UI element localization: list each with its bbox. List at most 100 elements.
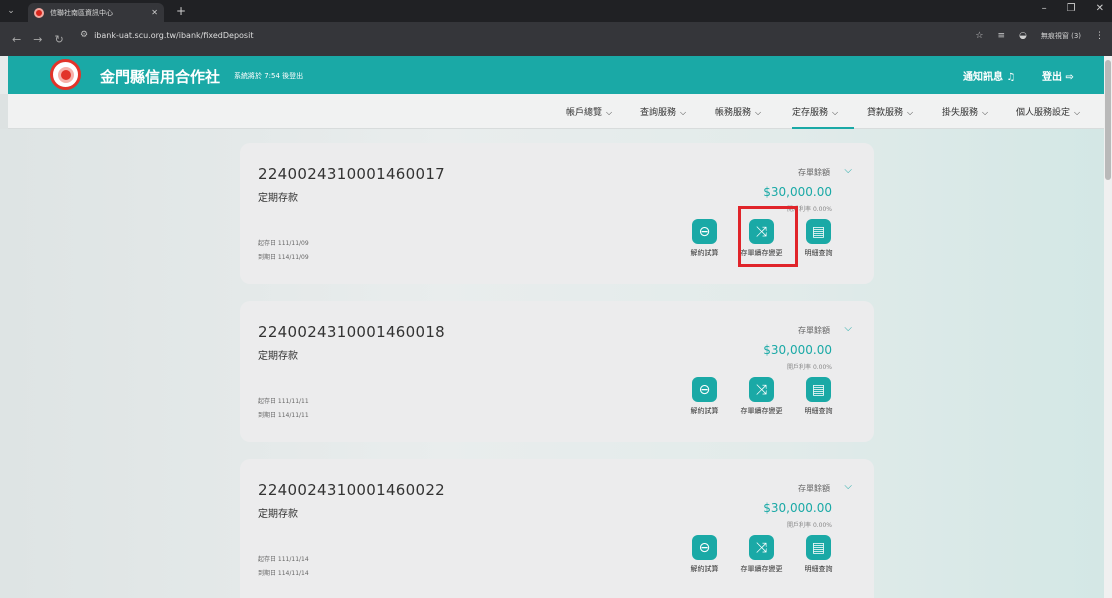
nav-account-services[interactable]: 帳務服務 ⌵ — [715, 105, 761, 118]
action-label: 明細查詢 — [804, 407, 833, 415]
chevron-down-icon: ⌵ — [680, 108, 687, 117]
chevron-down-icon: ⌵ — [907, 108, 914, 117]
start-date: 起存日 111/11/14 — [258, 556, 309, 563]
close-icon[interactable]: ✕ — [151, 8, 158, 17]
shuffle-icon[interactable]: ⤨ — [749, 535, 774, 560]
account-number: 2240024310001460018 — [258, 323, 446, 341]
interest-rate: 開戶利率 0.00% — [787, 364, 832, 371]
shuffle-icon[interactable]: ⤨ — [749, 377, 774, 402]
start-date: 起存日 111/11/11 — [258, 398, 309, 405]
balance-label: 存單餘額 — [798, 484, 830, 493]
logout-timer: 系統將於 7:54 後登出 — [234, 72, 304, 80]
chevron-down-icon: ⌵ — [982, 108, 989, 117]
bank-logo[interactable] — [50, 59, 81, 90]
card-actions: ⊖ 解約試算 ⤨ 存單續存變更 ▤ 明細查詢 — [676, 535, 847, 574]
minus-circle-icon[interactable]: ⊖ — [692, 377, 717, 402]
close-window-icon[interactable]: ✕ — [1096, 3, 1104, 14]
details-button[interactable]: ▤ 明細查詢 — [790, 377, 847, 416]
action-label: 解約試算 — [690, 407, 719, 415]
notifications-button[interactable]: 通知訊息 ♫ — [963, 68, 1015, 83]
action-label: 明細查詢 — [804, 249, 833, 257]
favicon-icon — [34, 7, 44, 18]
profile-label[interactable]: 無痕視窗 (3) — [1041, 31, 1081, 41]
action-label: 存單續存變更 — [740, 407, 783, 415]
renewal-change-button[interactable]: ⤨ 存單續存變更 — [733, 377, 790, 416]
action-label: 明細查詢 — [804, 565, 833, 573]
logout-icon: ⇨ — [1065, 72, 1074, 83]
nav-inquiry[interactable]: 查詢服務 ⌵ — [640, 105, 686, 118]
chevron-down-icon: ⌵ — [755, 108, 762, 117]
chevron-down-icon[interactable]: ⌵ — [844, 165, 852, 176]
new-tab-icon[interactable]: + — [176, 4, 186, 18]
start-date: 起存日 111/11/09 — [258, 240, 309, 247]
nav-account-overview[interactable]: 帳戶總覽 ⌵ — [566, 105, 612, 118]
forward-icon[interactable]: → — [33, 33, 42, 46]
deposit-card: 2240024310001460018 定期存款 存單餘額 ⌵ $30,000.… — [240, 301, 874, 442]
account-number: 2240024310001460017 — [258, 165, 446, 183]
action-label: 存單續存變更 — [740, 565, 783, 573]
restore-icon[interactable]: ❐ — [1067, 3, 1076, 14]
document-icon[interactable]: ▤ — [806, 535, 831, 560]
document-icon[interactable]: ▤ — [806, 219, 831, 244]
minus-circle-icon[interactable]: ⊖ — [692, 535, 717, 560]
balance-amount: $30,000.00 — [763, 185, 832, 199]
action-label: 解約試算 — [690, 565, 719, 573]
terminate-trial-button[interactable]: ⊖ 解約試算 — [676, 377, 733, 416]
balance-label: 存單餘額 — [798, 326, 830, 335]
interest-rate: 開戶利率 0.00% — [787, 522, 832, 529]
back-icon[interactable]: ← — [12, 33, 21, 46]
chevron-down-icon: ⌵ — [1074, 108, 1081, 117]
tab-search-icon[interactable]: ⌄ — [0, 0, 22, 22]
nav-fixed-deposit[interactable]: 定存服務 ⌵ — [792, 105, 838, 118]
browser-menu-icon[interactable]: ⋮ — [1095, 31, 1104, 41]
end-date: 到期日 114/11/09 — [258, 254, 309, 261]
chevron-down-icon[interactable]: ⌵ — [844, 481, 852, 492]
balance-amount: $30,000.00 — [763, 343, 832, 357]
tab-title: 信聯社南區資訊中心 — [50, 8, 113, 17]
url-text[interactable]: ibank-uat.scu.org.tw/ibank/fixedDeposit — [94, 31, 253, 40]
account-type: 定期存款 — [258, 509, 298, 520]
reload-icon[interactable]: ↻ — [54, 33, 63, 46]
reading-list-icon[interactable]: ≡ — [997, 31, 1005, 41]
deposit-dates: 起存日 111/11/09 到期日 114/11/09 — [258, 237, 309, 265]
nav-loans[interactable]: 貸款服務 ⌵ — [867, 105, 913, 118]
terminate-trial-button[interactable]: ⊖ 解約試算 — [676, 219, 733, 258]
document-icon[interactable]: ▤ — [806, 377, 831, 402]
details-button[interactable]: ▤ 明細查詢 — [790, 535, 847, 574]
url-field[interactable]: ⚙ ibank-uat.scu.org.tw/ibank/fixedDeposi… — [80, 30, 253, 40]
card-actions: ⊖ 解約試算 ⤨ 存單續存變更 ▤ 明細查詢 — [676, 377, 847, 416]
minimize-icon[interactable]: – — [1042, 3, 1047, 14]
chevron-down-icon: ⌵ — [606, 108, 613, 117]
window-controls: – ❐ ✕ — [1042, 3, 1104, 14]
address-bar: ← → ↻ ⚙ ibank-uat.scu.org.tw/ibank/fixed… — [0, 22, 1112, 56]
site-info-icon[interactable]: ⚙ — [80, 30, 88, 40]
account-type: 定期存款 — [258, 193, 298, 204]
terminate-trial-button[interactable]: ⊖ 解約試算 — [676, 535, 733, 574]
deposit-dates: 起存日 111/11/11 到期日 114/11/11 — [258, 395, 309, 423]
nav-personal-settings[interactable]: 個人服務設定 ⌵ — [1016, 105, 1080, 118]
end-date: 到期日 114/11/11 — [258, 412, 309, 419]
details-button[interactable]: ▤ 明細查詢 — [790, 219, 847, 258]
bank-name: 金門縣信用合作社 — [100, 68, 221, 86]
nav-loss-report[interactable]: 掛失服務 ⌵ — [942, 105, 988, 118]
bell-icon: ♫ — [1006, 72, 1016, 83]
main-nav: 帳戶總覽 ⌵ 查詢服務 ⌵ 帳務服務 ⌵ 定存服務 ⌵ 貸款服務 ⌵ 掛失服務 ⌵ 個人服務… — [8, 94, 1112, 129]
renewal-change-button[interactable]: ⤨ 存單續存變更 — [733, 535, 790, 574]
incognito-icon[interactable]: ◒ — [1019, 31, 1027, 41]
deposit-card: 2240024310001460022 定期存款 存單餘額 ⌵ $30,000.… — [240, 459, 874, 598]
balance-amount: $30,000.00 — [763, 501, 832, 515]
end-date: 到期日 114/11/14 — [258, 570, 309, 577]
account-number: 2240024310001460022 — [258, 481, 446, 499]
highlight-box — [738, 206, 798, 267]
chevron-down-icon: ⌵ — [832, 108, 839, 117]
browser-tab[interactable]: 信聯社南區資訊中心 ✕ — [28, 3, 164, 22]
star-icon[interactable]: ☆ — [975, 31, 983, 41]
balance-label: 存單餘額 — [798, 168, 830, 177]
deposit-dates: 起存日 111/11/14 到期日 114/11/14 — [258, 553, 309, 581]
chevron-down-icon[interactable]: ⌵ — [844, 323, 852, 334]
app-header: 金門縣信用合作社 系統將於 7:54 後登出 通知訊息 ♫ 登出 ⇨ — [8, 56, 1112, 94]
logout-button[interactable]: 登出 ⇨ — [1042, 68, 1074, 83]
action-label: 解約試算 — [690, 249, 719, 257]
scroll-thumb[interactable] — [1105, 60, 1111, 180]
minus-circle-icon[interactable]: ⊖ — [692, 219, 717, 244]
